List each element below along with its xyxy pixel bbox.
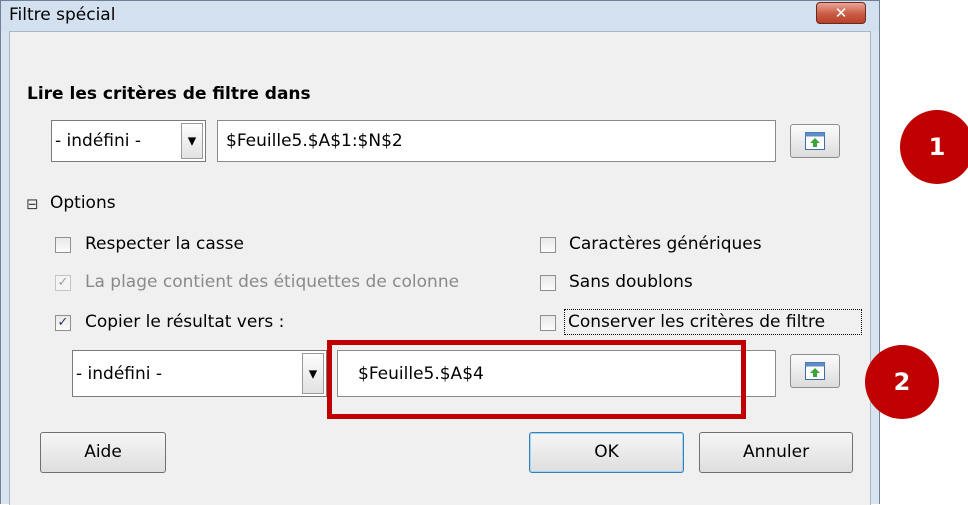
shrink-dialog-icon bbox=[805, 362, 825, 380]
output-target-combo[interactable]: - indéfini - ▼ bbox=[72, 350, 327, 397]
dialog-body: Lire les critères de filtre dans - indéf… bbox=[9, 31, 871, 505]
copy-results-label: Copier le résultat vers : bbox=[85, 312, 285, 332]
range-headers-label: La plage contient des étiquettes de colo… bbox=[85, 272, 460, 292]
criteria-range-input[interactable]: $Feuille5.$A$1:$N$2 bbox=[217, 120, 776, 162]
close-button[interactable]: ✕ bbox=[816, 2, 866, 24]
copy-results-checkbox[interactable]: ✓ bbox=[55, 315, 71, 331]
focus-rectangle bbox=[564, 309, 862, 335]
keep-criteria-checkbox[interactable] bbox=[540, 315, 556, 331]
chevron-down-icon[interactable]: ▼ bbox=[302, 353, 324, 394]
criteria-source-value: - indéfini - bbox=[55, 131, 142, 151]
title-bar: Filtre spécial ✕ bbox=[1, 1, 879, 31]
chevron-down-icon[interactable]: ▼ bbox=[181, 123, 203, 159]
no-duplicates-checkbox[interactable] bbox=[540, 275, 556, 291]
close-icon: ✕ bbox=[834, 4, 848, 22]
shrink-dialog-icon bbox=[805, 132, 825, 150]
filter-dialog: Filtre spécial ✕ Lire les critères de fi… bbox=[0, 0, 880, 505]
ok-button[interactable]: OK bbox=[529, 432, 684, 473]
help-button[interactable]: Aide bbox=[40, 432, 166, 473]
output-target-value: - indéfini - bbox=[76, 363, 163, 384]
annotation-badge-1: 1 bbox=[900, 110, 968, 184]
criteria-source-combo[interactable]: - indéfini - ▼ bbox=[51, 120, 206, 162]
wildcards-label: Caractères génériques bbox=[569, 234, 762, 254]
output-shrink-button[interactable] bbox=[790, 354, 840, 388]
cancel-button[interactable]: Annuler bbox=[699, 432, 853, 473]
range-headers-checkbox: ✓ bbox=[55, 275, 71, 291]
options-collapse-icon[interactable]: ⊟ bbox=[26, 195, 39, 213]
annotation-badge-2: 2 bbox=[865, 345, 939, 419]
options-label: Options bbox=[50, 193, 116, 213]
criteria-heading: Lire les critères de filtre dans bbox=[27, 84, 311, 104]
annotation-highlight-box bbox=[327, 340, 746, 419]
respect-case-checkbox[interactable] bbox=[55, 237, 71, 253]
criteria-shrink-button[interactable] bbox=[790, 124, 840, 158]
criteria-range-value: $Feuille5.$A$1:$N$2 bbox=[226, 131, 403, 151]
no-duplicates-label: Sans doublons bbox=[569, 272, 693, 292]
window-title: Filtre spécial bbox=[9, 5, 116, 25]
wildcards-checkbox[interactable] bbox=[540, 237, 556, 253]
respect-case-label: Respecter la casse bbox=[85, 234, 244, 254]
